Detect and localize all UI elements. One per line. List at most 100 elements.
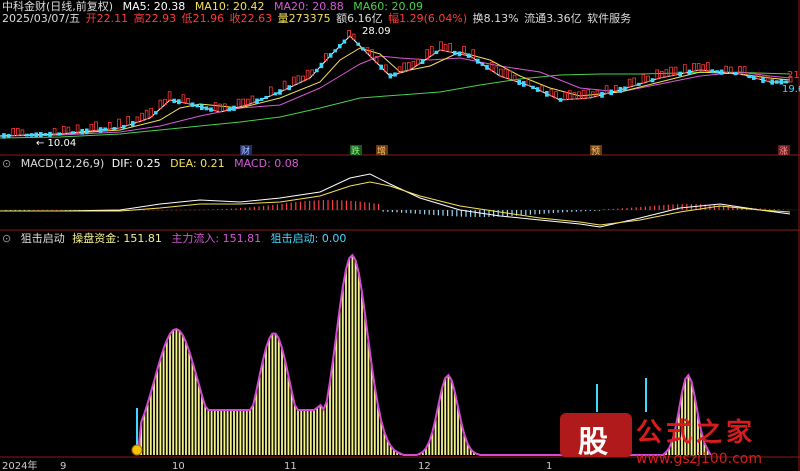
fund-bar bbox=[453, 391, 456, 455]
fund-bar bbox=[169, 333, 171, 455]
macd-bar bbox=[249, 207, 251, 210]
fund-bar bbox=[143, 413, 146, 455]
fund-bar bbox=[149, 392, 152, 455]
candle bbox=[62, 126, 66, 135]
event-flag-4[interactable]: 预 bbox=[591, 146, 600, 157]
macd-bar bbox=[332, 200, 334, 210]
candle bbox=[241, 98, 246, 107]
indicator-gear-icon[interactable]: ⊙ bbox=[2, 232, 11, 245]
macd-title[interactable]: MACD(12,26,9) bbox=[21, 157, 105, 170]
fund-bar bbox=[181, 335, 184, 455]
candle bbox=[57, 132, 61, 136]
candle bbox=[784, 80, 788, 84]
macd-bar bbox=[433, 210, 435, 216]
candle bbox=[181, 94, 186, 104]
macd-bar bbox=[37, 209, 39, 211]
macd-bar bbox=[520, 210, 522, 216]
macd-bar bbox=[644, 206, 646, 210]
ma5-line bbox=[0, 35, 790, 137]
fund-bar bbox=[201, 395, 203, 455]
fund-bar bbox=[159, 358, 162, 455]
macd-bar bbox=[603, 209, 605, 210]
macd-bar bbox=[589, 210, 591, 212]
candle bbox=[130, 121, 135, 127]
ma10-line bbox=[0, 47, 791, 137]
fund-bar bbox=[450, 380, 453, 455]
macd-bar bbox=[649, 206, 651, 210]
candle bbox=[278, 89, 282, 95]
fund-bar bbox=[335, 334, 338, 455]
macd-bar bbox=[221, 209, 223, 210]
macd-bar bbox=[19, 210, 21, 211]
axis-label-1: 1 bbox=[546, 461, 552, 471]
macd-bar bbox=[290, 202, 292, 210]
macd-bar bbox=[575, 210, 577, 212]
event-flag-3[interactable]: 增 bbox=[377, 145, 386, 157]
price-panel[interactable]: 28.09 ← 10.04 21 19.6 bbox=[0, 26, 800, 149]
fund-bar bbox=[329, 381, 331, 455]
macd-bar bbox=[612, 208, 614, 210]
fund-bar bbox=[268, 338, 271, 455]
candle bbox=[121, 125, 126, 129]
event-flag-5[interactable]: 涨 bbox=[779, 146, 788, 157]
candle bbox=[25, 133, 29, 137]
macd-bar bbox=[309, 200, 311, 210]
event-flag-1[interactable]: 财 bbox=[241, 145, 250, 157]
macd-bar bbox=[456, 210, 458, 217]
fund-bar bbox=[297, 410, 299, 455]
candle bbox=[11, 127, 16, 136]
candle bbox=[632, 77, 636, 87]
candle bbox=[328, 53, 333, 58]
fund-bar bbox=[281, 348, 283, 455]
candle bbox=[669, 66, 673, 77]
macd-bar bbox=[5, 210, 7, 211]
macd-bar bbox=[286, 203, 288, 210]
fund-bar bbox=[261, 360, 264, 455]
candle bbox=[655, 69, 659, 80]
macd-panel[interactable] bbox=[0, 173, 800, 228]
macd-bar bbox=[368, 202, 370, 210]
candle bbox=[319, 62, 324, 69]
fund-bar bbox=[242, 410, 245, 455]
candle bbox=[475, 58, 480, 64]
candle bbox=[222, 103, 227, 112]
indicator-title[interactable]: 狙击启动 bbox=[21, 232, 65, 245]
macd-bar bbox=[502, 210, 504, 217]
candle bbox=[715, 70, 719, 74]
candlesticks[interactable] bbox=[2, 30, 793, 139]
candle bbox=[20, 129, 25, 136]
candle bbox=[604, 85, 609, 94]
candle bbox=[15, 127, 20, 136]
fund-bar bbox=[178, 330, 181, 455]
event-flag-2[interactable]: 跌 bbox=[351, 146, 360, 157]
candle bbox=[117, 118, 121, 129]
macd-bar bbox=[437, 210, 439, 216]
macd-bar bbox=[488, 210, 490, 217]
macd-gear-icon[interactable]: ⊙ bbox=[2, 157, 11, 170]
macd-dea: DEA: 0.21 bbox=[170, 157, 225, 170]
indicator-main: 主力流入: 151.81 bbox=[171, 232, 262, 245]
macd-bar bbox=[778, 209, 780, 210]
macd-bar bbox=[198, 209, 200, 211]
candle bbox=[466, 53, 471, 58]
macd-bar bbox=[769, 208, 771, 210]
candle bbox=[406, 62, 411, 71]
candle bbox=[660, 70, 664, 79]
macd-bar bbox=[442, 210, 444, 216]
candle bbox=[402, 62, 406, 73]
candle bbox=[75, 124, 80, 133]
fund-bar bbox=[322, 409, 325, 455]
fund-bar bbox=[236, 410, 239, 455]
candle bbox=[742, 66, 747, 76]
high-price-mark: 28.09 bbox=[362, 26, 391, 37]
candle bbox=[545, 91, 549, 97]
macd-bar bbox=[658, 205, 660, 210]
candle bbox=[434, 50, 439, 55]
fund-bar bbox=[207, 410, 210, 455]
axis-label-10: 10 bbox=[172, 461, 185, 471]
macd-bar bbox=[180, 209, 182, 211]
candle bbox=[535, 87, 540, 92]
candle bbox=[360, 47, 365, 51]
fund-bar bbox=[319, 405, 322, 455]
macd-bar bbox=[631, 207, 633, 210]
